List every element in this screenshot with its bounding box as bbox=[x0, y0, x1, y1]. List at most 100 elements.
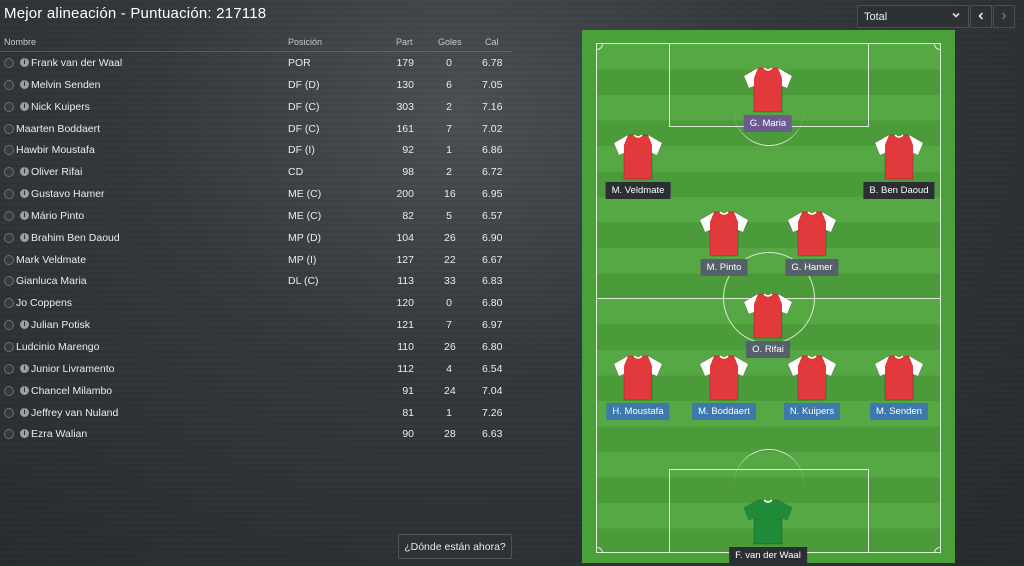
player-name[interactable]: Oliver Rifai bbox=[31, 166, 82, 178]
status-circle-icon[interactable] bbox=[4, 341, 14, 352]
table-row[interactable]: Hawbir Moustafa DF (I) 92 1 6.86 bbox=[0, 139, 512, 161]
player-name[interactable]: Maarten Boddaert bbox=[16, 123, 100, 135]
status-circle-icon[interactable] bbox=[4, 79, 14, 90]
column-header-rating[interactable]: Cal bbox=[485, 37, 499, 47]
table-row[interactable]: i Mário Pinto ME (C) 82 5 6.57 bbox=[0, 205, 512, 227]
status-circle-icon[interactable] bbox=[4, 385, 14, 396]
status-circle-icon[interactable] bbox=[4, 254, 14, 265]
player-goals: 28 bbox=[444, 428, 456, 441]
player-name[interactable]: Chancel Milambo bbox=[31, 385, 112, 397]
status-circle-icon[interactable] bbox=[4, 232, 14, 243]
pitch-player-cm2[interactable]: G. Hamer bbox=[772, 210, 852, 290]
shirt-icon bbox=[613, 134, 663, 180]
table-row[interactable]: i Brahim Ben Daoud MP (D) 104 26 6.90 bbox=[0, 227, 512, 249]
pitch-player-cb1[interactable]: M. Boddaert bbox=[684, 354, 764, 434]
player-apps: 91 bbox=[402, 384, 414, 397]
corner-arc-bl bbox=[597, 547, 603, 553]
status-circle-icon[interactable] bbox=[4, 276, 14, 287]
table-row[interactable]: Maarten Boddaert DF (C) 161 7 7.02 bbox=[0, 118, 512, 140]
pitch-player-st[interactable]: G. Maria bbox=[728, 66, 808, 146]
player-name[interactable]: Gustavo Hamer bbox=[31, 188, 105, 200]
table-row[interactable]: i Melvin Senden DF (D) 130 6 7.05 bbox=[0, 74, 512, 96]
total-filter-dropdown[interactable]: Total bbox=[857, 5, 969, 28]
player-name[interactable]: Jeffrey van Nuland bbox=[31, 407, 118, 419]
player-position: DL (C) bbox=[288, 275, 319, 288]
info-icon[interactable]: i bbox=[20, 189, 29, 199]
shirt-icon bbox=[613, 355, 663, 401]
pitch-player-gk[interactable]: F. van der Waal bbox=[728, 498, 808, 566]
player-name[interactable]: Gianluca Maria bbox=[16, 275, 87, 287]
table-row[interactable]: i Junior Livramento 112 4 6.54 bbox=[0, 358, 512, 380]
player-name[interactable]: Julian Potisk bbox=[31, 319, 90, 331]
player-position: DF (C) bbox=[288, 122, 320, 135]
status-circle-icon[interactable] bbox=[4, 363, 14, 374]
column-header-goals[interactable]: Goles bbox=[438, 37, 462, 47]
pitch-player-lw[interactable]: M. Veldmate bbox=[598, 133, 678, 213]
player-goals: 2 bbox=[446, 166, 452, 179]
pitch-player-cm1[interactable]: M. Pinto bbox=[684, 210, 764, 290]
where-are-they-now-button[interactable]: ¿Dónde están ahora? bbox=[398, 534, 512, 559]
player-name[interactable]: Junior Livramento bbox=[31, 363, 114, 375]
player-name[interactable]: Frank van der Waal bbox=[31, 57, 122, 69]
status-circle-icon[interactable] bbox=[4, 101, 14, 112]
table-row[interactable]: Gianluca Maria DL (C) 113 33 6.83 bbox=[0, 270, 512, 292]
player-name[interactable]: Ludcinio Marengo bbox=[16, 341, 99, 353]
next-button[interactable] bbox=[993, 5, 1015, 28]
status-circle-icon[interactable] bbox=[4, 189, 14, 200]
player-rating: 6.86 bbox=[482, 144, 503, 157]
player-rating: 6.95 bbox=[482, 188, 503, 201]
table-row[interactable]: i Jeffrey van Nuland 81 1 7.26 bbox=[0, 402, 512, 424]
player-apps: 98 bbox=[402, 166, 414, 179]
player-name[interactable]: Brahim Ben Daoud bbox=[31, 232, 120, 244]
info-icon[interactable]: i bbox=[20, 167, 29, 177]
player-goals: 16 bbox=[444, 188, 456, 201]
status-circle-icon[interactable] bbox=[4, 407, 14, 418]
status-circle-icon[interactable] bbox=[4, 123, 14, 134]
info-icon[interactable]: i bbox=[20, 101, 29, 111]
info-icon[interactable]: i bbox=[20, 429, 29, 439]
pitch-player-cb2[interactable]: N. Kuipers bbox=[772, 354, 852, 434]
status-circle-icon[interactable] bbox=[4, 58, 14, 68]
table-row[interactable]: i Gustavo Hamer ME (C) 200 16 6.95 bbox=[0, 183, 512, 205]
info-icon[interactable]: i bbox=[20, 385, 29, 395]
player-name[interactable]: Hawbir Moustafa bbox=[16, 144, 95, 156]
table-row[interactable]: Mark Veldmate MP (I) 127 22 6.67 bbox=[0, 249, 512, 271]
info-icon[interactable]: i bbox=[20, 320, 29, 330]
column-header-name[interactable]: Nombre bbox=[4, 37, 36, 47]
status-circle-icon[interactable] bbox=[4, 429, 14, 440]
info-icon[interactable]: i bbox=[20, 79, 29, 89]
table-row[interactable]: i Frank van der Waal POR 179 0 6.78 bbox=[0, 52, 512, 74]
info-icon[interactable]: i bbox=[20, 232, 29, 242]
table-row[interactable]: i Julian Potisk 121 7 6.97 bbox=[0, 314, 512, 336]
player-goals: 0 bbox=[446, 297, 452, 310]
table-row[interactable]: Jo Coppens 120 0 6.80 bbox=[0, 292, 512, 314]
player-name[interactable]: Melvin Senden bbox=[31, 79, 100, 91]
player-name[interactable]: Mark Veldmate bbox=[16, 254, 86, 266]
player-name[interactable]: Jo Coppens bbox=[16, 297, 72, 309]
status-circle-icon[interactable] bbox=[4, 298, 14, 309]
table-row[interactable]: i Ezra Walian 90 28 6.63 bbox=[0, 423, 512, 445]
info-icon[interactable]: i bbox=[20, 58, 29, 67]
status-circle-icon[interactable] bbox=[4, 145, 14, 156]
table-row[interactable]: Ludcinio Marengo 110 26 6.80 bbox=[0, 336, 512, 358]
info-icon[interactable]: i bbox=[20, 407, 29, 417]
pitch-player-rw[interactable]: B. Ben Daoud bbox=[859, 133, 939, 213]
status-circle-icon[interactable] bbox=[4, 320, 14, 331]
column-header-apps[interactable]: Part bbox=[396, 37, 413, 47]
pitch-player-rb[interactable]: M. Senden bbox=[859, 354, 939, 434]
column-header-position[interactable]: Posición bbox=[288, 37, 322, 47]
status-circle-icon[interactable] bbox=[4, 167, 14, 178]
info-icon[interactable]: i bbox=[20, 363, 29, 373]
info-icon[interactable]: i bbox=[20, 210, 29, 220]
table-row[interactable]: i Chancel Milambo 91 24 7.04 bbox=[0, 380, 512, 402]
pitch-player-lb[interactable]: H. Moustafa bbox=[598, 354, 678, 434]
player-name[interactable]: Ezra Walian bbox=[31, 428, 87, 440]
player-rating: 7.16 bbox=[482, 100, 503, 113]
table-row[interactable]: i Oliver Rifai CD 98 2 6.72 bbox=[0, 161, 512, 183]
previous-button[interactable] bbox=[970, 5, 992, 28]
page-title: Mejor alineación - Puntuación: 217118 bbox=[4, 5, 267, 22]
table-row[interactable]: i Nick Kuipers DF (C) 303 2 7.16 bbox=[0, 96, 512, 118]
status-circle-icon[interactable] bbox=[4, 210, 14, 221]
player-name[interactable]: Mário Pinto bbox=[31, 210, 84, 222]
player-name[interactable]: Nick Kuipers bbox=[31, 101, 90, 113]
